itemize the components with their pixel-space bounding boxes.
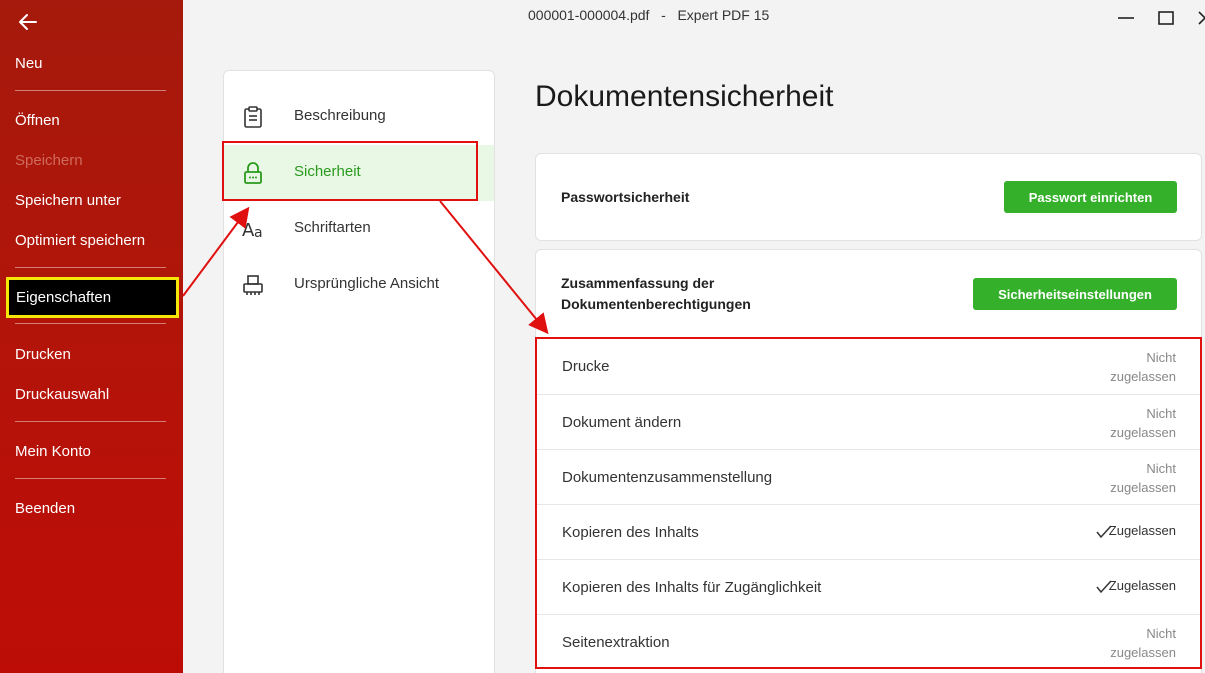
- sidebar-item-my-account[interactable]: Mein Konto: [15, 443, 91, 460]
- permissions-title-line2: Dokumentenberechtigungen: [561, 296, 751, 312]
- app-name: Expert PDF 15: [677, 7, 770, 23]
- nav-label: Ursprüngliche Ansicht: [294, 275, 440, 292]
- status-line: Nicht: [1146, 350, 1176, 365]
- status-line: zugelassen: [1110, 645, 1176, 660]
- permission-label: Kopieren des Inhalts: [562, 524, 699, 541]
- status-line: Nicht: [1146, 626, 1176, 641]
- window-title: 000001-000004.pdf - Expert PDF 15: [528, 7, 769, 23]
- sidebar-divider: [15, 421, 166, 422]
- status-text: Zugelassen: [1108, 578, 1176, 593]
- permission-status: Nicht zugelassen: [1056, 348, 1176, 386]
- sidebar-divider: [15, 323, 166, 324]
- nav-item-security[interactable]: Sicherheit: [224, 145, 494, 201]
- checkmark-icon: [1095, 525, 1113, 539]
- permission-row: Dokument ändern Nicht zugelassen: [537, 394, 1201, 449]
- password-security-card: Passwortsicherheit Passwort einrichten: [535, 153, 1202, 241]
- permission-row: Kopieren des Inhalts Zugelassen: [537, 504, 1201, 559]
- title-bar: 000001-000004.pdf - Expert PDF 15: [183, 0, 1205, 34]
- sidebar-item-optimized-save[interactable]: Optimiert speichern: [15, 232, 145, 249]
- permission-label: Drucke: [562, 358, 610, 375]
- back-arrow-icon[interactable]: [16, 10, 40, 34]
- svg-text:a: a: [254, 225, 263, 241]
- permission-status: Nicht zugelassen: [1056, 624, 1176, 662]
- permissions-list: Drucke Nicht zugelassen Dokument ändern N…: [537, 339, 1201, 669]
- sidebar-item-open[interactable]: Öffnen: [15, 112, 60, 129]
- sidebar-item-save-as[interactable]: Speichern unter: [15, 192, 121, 209]
- nav-item-description[interactable]: Beschreibung: [224, 89, 494, 145]
- close-icon[interactable]: [1194, 6, 1205, 30]
- properties-nav-panel: Beschreibung Sicherheit Aa Schriftarten …: [223, 70, 495, 673]
- permission-row: Dokumentenzusammenstellung Nicht zugelass…: [537, 449, 1201, 504]
- permission-row: Seitenextraktion Nicht zugelassen: [537, 614, 1201, 669]
- permission-label: Dokumentenzusammenstellung: [562, 469, 773, 486]
- document-filename: 000001-000004.pdf: [528, 7, 650, 23]
- permission-row: Drucke Nicht zugelassen: [537, 339, 1201, 394]
- sidebar-item-save: Speichern: [15, 152, 83, 169]
- nav-item-initial-view[interactable]: Ursprüngliche Ansicht: [224, 257, 494, 313]
- password-security-title: Passwortsicherheit: [561, 189, 690, 205]
- set-password-button[interactable]: Passwort einrichten: [1004, 181, 1177, 213]
- page-title: Dokumentensicherheit: [535, 80, 834, 113]
- title-separator: -: [661, 7, 666, 23]
- permissions-summary-card: Zusammenfassung der Dokumentenberechtigu…: [535, 249, 1202, 673]
- lock-icon: [242, 161, 264, 185]
- sidebar-item-print[interactable]: Drucken: [15, 346, 71, 363]
- permission-row: Kopieren des Inhalts für Zugänglichkeit …: [537, 559, 1201, 614]
- sidebar-divider: [15, 90, 166, 91]
- minimize-icon[interactable]: [1114, 6, 1138, 30]
- sidebar-divider: [15, 267, 166, 268]
- permission-label: Kopieren des Inhalts für Zugänglichkeit: [562, 579, 822, 596]
- status-line: Nicht: [1146, 406, 1176, 421]
- permission-status: Zugelassen: [1096, 578, 1176, 594]
- nav-label: Sicherheit: [294, 163, 361, 180]
- permissions-summary-title: Zusammenfassung der Dokumentenberechtigu…: [561, 273, 751, 315]
- status-text: Zugelassen: [1108, 523, 1176, 538]
- clipboard-icon: [242, 105, 264, 129]
- sidebar-item-exit[interactable]: Beenden: [15, 500, 75, 517]
- backstage-sidebar: Neu Öffnen Speichern Speichern unter Opt…: [0, 0, 183, 673]
- sidebar-divider: [15, 478, 166, 479]
- status-line: zugelassen: [1110, 425, 1176, 440]
- permission-label: Dokument ändern: [562, 414, 682, 431]
- nav-label: Beschreibung: [294, 107, 386, 124]
- permissions-title-line1: Zusammenfassung der: [561, 275, 715, 291]
- status-line: zugelassen: [1110, 369, 1176, 384]
- permission-label: Seitenextraktion: [562, 634, 670, 651]
- permission-status: Nicht zugelassen: [1056, 404, 1176, 442]
- status-line: zugelassen: [1110, 480, 1176, 495]
- sidebar-item-new[interactable]: Neu: [15, 55, 43, 72]
- sidebar-item-properties[interactable]: Eigenschaften: [6, 277, 179, 318]
- nav-label: Schriftarten: [294, 219, 371, 236]
- security-settings-button[interactable]: Sicherheitseinstellungen: [973, 278, 1177, 310]
- permission-status: Zugelassen: [1096, 523, 1176, 539]
- maximize-icon[interactable]: [1154, 6, 1178, 30]
- checkmark-icon: [1095, 580, 1113, 594]
- printer-icon: [242, 273, 264, 297]
- permission-status: Nicht zugelassen: [1056, 459, 1176, 497]
- font-icon: Aa: [242, 217, 264, 241]
- status-line: Nicht: [1146, 461, 1176, 476]
- nav-item-fonts[interactable]: Aa Schriftarten: [224, 201, 494, 257]
- sidebar-item-print-selection[interactable]: Druckauswahl: [15, 386, 109, 403]
